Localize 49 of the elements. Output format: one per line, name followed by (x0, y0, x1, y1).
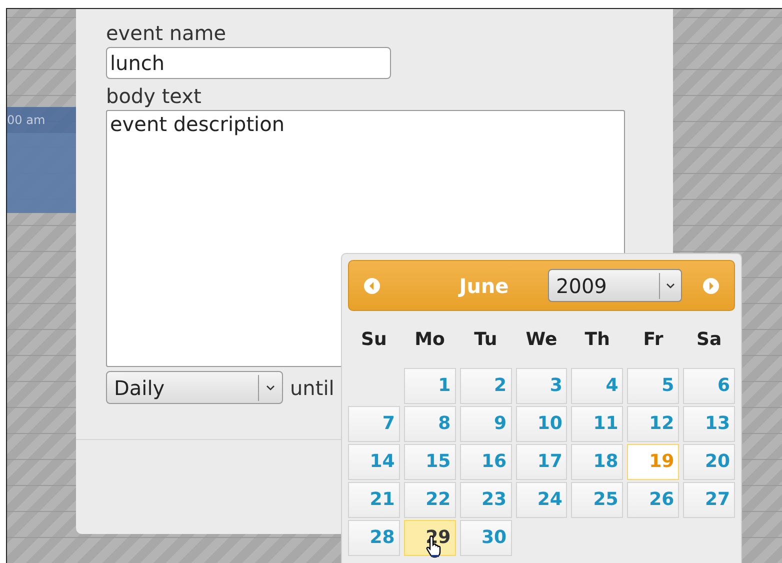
repeat-select[interactable]: Daily (106, 371, 283, 404)
calendar-day[interactable]: 24 (516, 482, 568, 518)
calendar-day[interactable]: 6 (683, 368, 735, 404)
field-label: body text (106, 83, 202, 110)
event-time: 00 am (7, 112, 46, 129)
calendar-day[interactable]: 26 (627, 482, 680, 518)
calendar-day[interactable]: 25 (571, 482, 624, 518)
chevron-down-icon (266, 384, 275, 390)
previous-month-icon[interactable] (363, 276, 381, 294)
calendar-day[interactable]: 12 (627, 406, 680, 442)
calendar-day[interactable]: 21 (348, 482, 400, 518)
weekday-label: Fr (642, 328, 664, 352)
calendar-day[interactable]: 27 (683, 482, 735, 518)
weekday-label: Su (360, 328, 388, 352)
weekday-label: Sa (696, 328, 723, 352)
calendar-day[interactable]: 22 (404, 482, 456, 518)
calendar-day[interactable]: 7 (348, 406, 400, 442)
calendar-day[interactable]: 10 (516, 406, 568, 442)
month-label: June (457, 272, 510, 300)
calendar-day[interactable]: 16 (460, 444, 512, 480)
weekday-label: Mo (414, 328, 446, 352)
weekday-label: We (524, 328, 558, 352)
field-label: event name (106, 20, 228, 47)
calendar-day[interactable]: 3 (516, 368, 568, 404)
calendar-day[interactable]: 11 (571, 406, 624, 442)
calendar-day[interactable]: 19 (627, 444, 680, 480)
calendar-day[interactable]: 5 (627, 368, 680, 404)
calendar-day[interactable]: 2 (460, 368, 512, 404)
calendar-day[interactable]: 30 (460, 520, 512, 556)
calendar-day[interactable]: 15 (404, 444, 456, 480)
calendar-day[interactable]: 18 (571, 444, 624, 480)
calendar-day[interactable]: 13 (683, 406, 735, 442)
calendar-day[interactable]: 8 (404, 406, 456, 442)
next-month-icon[interactable] (702, 276, 720, 294)
calendar-day[interactable]: 23 (460, 482, 512, 518)
weekday-label: Tu (473, 328, 498, 352)
calendar-day[interactable]: 14 (348, 444, 400, 480)
event-name-field[interactable]: lunch (106, 47, 391, 79)
chevron-down-icon (666, 282, 675, 288)
calendar-event[interactable]: 00 am (7, 107, 79, 213)
calendar-day[interactable]: 4 (571, 368, 624, 404)
weekday-label: Th (584, 328, 611, 352)
until-label: until (290, 374, 334, 402)
calendar-day[interactable]: 9 (460, 406, 512, 442)
calendar-day[interactable]: 20 (683, 444, 735, 480)
year-select[interactable]: 2009 (548, 269, 682, 302)
calendar-day[interactable]: 28 (348, 520, 400, 556)
calendar-day[interactable]: 17 (516, 444, 568, 480)
calendar-day[interactable]: 1 (404, 368, 456, 404)
